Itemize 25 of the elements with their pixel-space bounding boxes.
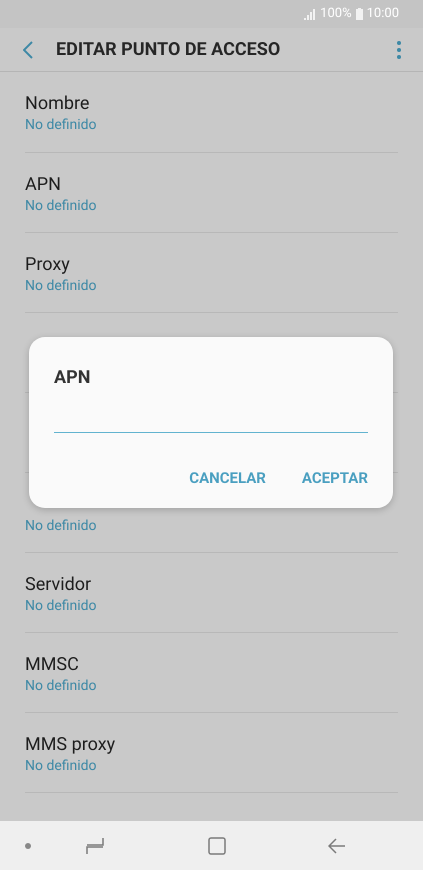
setting-value: No definido [25, 196, 98, 214]
signal-icon [304, 8, 316, 20]
setting-value: No definido [25, 756, 98, 774]
battery-icon [356, 8, 363, 20]
setting-value: No definido [25, 116, 98, 134]
setting-value: No definido [25, 676, 98, 694]
home-icon[interactable] [208, 836, 226, 854]
setting-value: No definido [25, 596, 98, 614]
back-nav-icon[interactable] [328, 838, 346, 854]
setting-title[interactable]: Proxy [25, 252, 398, 276]
setting-title[interactable]: Servidor [25, 572, 398, 596]
back-icon [23, 40, 33, 58]
dialog-title: APN [54, 366, 92, 390]
setting-value: No definido [25, 276, 98, 294]
battery-percent: 100% [320, 5, 352, 24]
setting-title[interactable]: Nombre [25, 92, 398, 116]
dot-icon[interactable] [25, 842, 31, 848]
setting-value: No definido [25, 516, 98, 534]
recent-apps-icon[interactable] [86, 836, 104, 854]
more-options-icon [397, 40, 401, 58]
setting-title[interactable]: MMSC [25, 652, 398, 676]
setting-title[interactable]: MMS proxy [25, 732, 398, 756]
clock-time: 10:00 [366, 5, 399, 24]
screen-title: EDITAR PUNTO DE ACCESO [56, 38, 282, 62]
setting-title[interactable]: APN [25, 172, 398, 196]
